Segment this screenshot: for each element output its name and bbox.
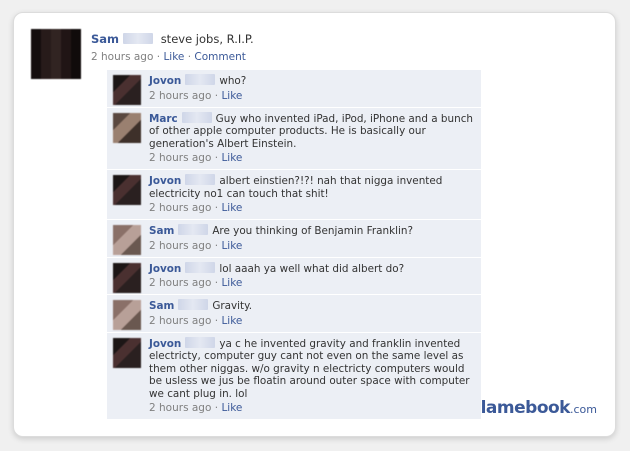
- comment-text: who?: [219, 75, 247, 87]
- commenter-avatar[interactable]: [113, 225, 141, 255]
- lamebook-logo: lamebook.com: [481, 398, 597, 418]
- commenter-name[interactable]: Jovon: [149, 338, 181, 350]
- like-link[interactable]: Like: [221, 315, 242, 327]
- commenter-name[interactable]: Sam: [149, 300, 174, 312]
- separator: ·: [214, 277, 219, 289]
- comment-time[interactable]: 2 hours ago: [149, 152, 211, 164]
- separator: ·: [214, 239, 219, 252]
- comment-text: Gravity.: [212, 300, 253, 312]
- comment-time[interactable]: 2 hours ago: [149, 240, 211, 252]
- commenter-name[interactable]: Jovon: [149, 175, 181, 187]
- like-link[interactable]: Like: [221, 240, 242, 252]
- separator: ·: [214, 89, 219, 102]
- comment-list: Jovon who? 2 hours ago · Like Marc Guy who…: [107, 70, 481, 420]
- separator: ·: [214, 314, 219, 327]
- comment-meta: 2 hours ago · Like: [149, 152, 475, 165]
- comment-time[interactable]: 2 hours ago: [149, 315, 211, 327]
- comment-time[interactable]: 2 hours ago: [149, 90, 211, 102]
- blurred-surname: [185, 74, 216, 85]
- like-link[interactable]: Like: [163, 51, 184, 63]
- like-link[interactable]: Like: [221, 152, 242, 164]
- comment: Sam Are you thinking of Benjamin Franklin…: [107, 220, 481, 258]
- post-author-name[interactable]: Sam: [91, 32, 119, 46]
- blurred-surname: [185, 336, 216, 348]
- comment-text: Are you thinking of Benjamin Franklin?: [212, 225, 414, 237]
- commenter-avatar[interactable]: [113, 262, 141, 293]
- comment: Jovon ya c he invented gravity and frankl…: [107, 332, 481, 420]
- like-link[interactable]: Like: [221, 402, 242, 414]
- comment-meta: 2 hours ago · Like: [149, 202, 475, 215]
- commenter-name[interactable]: Sam: [149, 225, 174, 237]
- commenter-avatar[interactable]: [113, 300, 141, 330]
- commenter-avatar[interactable]: [113, 112, 141, 143]
- comment-meta: 2 hours ago · Like: [149, 402, 475, 415]
- like-link[interactable]: Like: [221, 90, 242, 102]
- comment: Jovon who? 2 hours ago · Like: [107, 70, 481, 108]
- comment-meta: 2 hours ago · Like: [149, 90, 475, 103]
- comment-meta: 2 hours ago · Like: [149, 277, 475, 290]
- separator: ·: [156, 51, 161, 63]
- blurred-surname: [181, 111, 212, 123]
- post-text: steve jobs, R.I.P.: [160, 32, 254, 46]
- separator: ·: [214, 202, 219, 214]
- comment-time[interactable]: 2 hours ago: [149, 402, 211, 414]
- comment-meta: 2 hours ago · Like: [149, 240, 475, 253]
- comment-time[interactable]: 2 hours ago: [149, 277, 211, 289]
- commenter-avatar[interactable]: [113, 337, 141, 368]
- story-card: Sam steve jobs, R.I.P. 2 hours ago · Lik…: [13, 12, 616, 437]
- blurred-surname: [178, 299, 209, 310]
- commenter-avatar[interactable]: [113, 75, 141, 105]
- separator: ·: [187, 51, 192, 63]
- blurred-surname: [123, 33, 154, 44]
- commenter-name[interactable]: Marc: [149, 113, 178, 125]
- post-time[interactable]: 2 hours ago: [91, 51, 153, 63]
- like-link[interactable]: Like: [221, 277, 242, 289]
- commenter-avatar[interactable]: [113, 175, 141, 205]
- comment-text: lol aaah ya well what did albert do?: [219, 262, 405, 275]
- commenter-name[interactable]: Jovon: [149, 75, 181, 87]
- comment: Jovon lol aaah ya well what did albert do…: [107, 257, 481, 295]
- comment: Marc Guy who invented iPad, iPod, iPhone …: [107, 107, 481, 170]
- blurred-surname: [185, 261, 216, 273]
- like-link[interactable]: Like: [221, 202, 242, 214]
- comment: Jovon albert einstien?!?! nah that nigga …: [107, 170, 481, 220]
- logo-suffix: .com: [570, 403, 597, 416]
- separator: ·: [214, 152, 219, 164]
- post-meta: 2 hours ago · Like · Comment: [91, 51, 246, 63]
- blurred-surname: [185, 174, 216, 185]
- commenter-name[interactable]: Jovon: [149, 263, 181, 275]
- author-avatar[interactable]: [31, 29, 81, 79]
- blurred-surname: [178, 224, 209, 235]
- comment-time[interactable]: 2 hours ago: [149, 202, 211, 214]
- separator: ·: [214, 402, 219, 414]
- comment-link[interactable]: Comment: [194, 51, 245, 63]
- comment: Sam Gravity. 2 hours ago · Like: [107, 295, 481, 333]
- post-header: Sam steve jobs, R.I.P.: [91, 32, 254, 46]
- logo-brand: lamebook: [480, 398, 571, 418]
- comment-meta: 2 hours ago · Like: [149, 315, 475, 328]
